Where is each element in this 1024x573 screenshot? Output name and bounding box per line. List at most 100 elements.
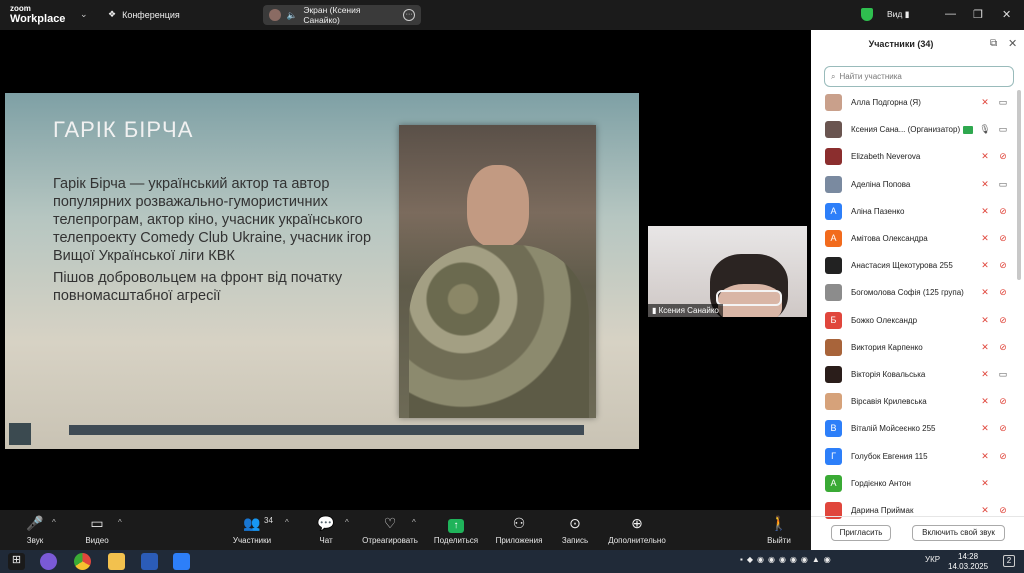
search-input[interactable]: ⌕ Найти участника bbox=[824, 66, 1014, 87]
scrollbar[interactable] bbox=[1017, 90, 1021, 280]
video-button[interactable]: ▭ Видео bbox=[80, 514, 114, 545]
mic-muted-icon[interactable]: ✕ bbox=[978, 342, 992, 353]
mic-muted-icon[interactable]: ✕ bbox=[978, 206, 992, 217]
video-options-caret[interactable]: ^ bbox=[118, 518, 122, 527]
audio-options-caret[interactable]: ^ bbox=[52, 518, 56, 527]
mic-muted-icon[interactable]: ✕ bbox=[978, 97, 992, 108]
invite-button[interactable]: Пригласить bbox=[831, 525, 891, 541]
mic-muted-icon[interactable]: ✕ bbox=[978, 287, 992, 298]
camera-off-icon[interactable]: ⊘ bbox=[996, 233, 1010, 244]
mic-muted-icon[interactable]: ✕ bbox=[978, 151, 992, 162]
apps-button[interactable]: ⚇ Приложения bbox=[492, 514, 546, 545]
audio-button[interactable]: 🎤 Звук bbox=[20, 514, 50, 545]
shield-icon[interactable] bbox=[861, 8, 873, 21]
mic-muted-icon[interactable]: ✕ bbox=[978, 423, 992, 434]
camera-icon[interactable]: ▭ bbox=[996, 124, 1010, 135]
view-button[interactable]: Вид ▮ bbox=[887, 9, 909, 20]
mic-muted-icon[interactable]: ✕ bbox=[978, 369, 992, 380]
chat-options-caret[interactable]: ^ bbox=[345, 518, 349, 527]
mic-muted-icon[interactable]: ✕ bbox=[978, 396, 992, 407]
camera-icon[interactable]: ▭ bbox=[996, 179, 1010, 190]
participant-row[interactable]: Вірсавія Крилевська ✕ ⊘ bbox=[811, 388, 1016, 415]
restore-icon[interactable]: ❐ bbox=[973, 8, 983, 21]
participant-row[interactable]: Анастасия Щекотурова 255 ✕ ⊘ bbox=[811, 252, 1016, 279]
conference-button[interactable]: ❖ Конференция bbox=[108, 9, 180, 20]
search-placeholder: Найти участника bbox=[839, 72, 902, 81]
unmute-button[interactable]: Включить свой звук bbox=[912, 525, 1005, 541]
camera-off-icon[interactable]: ⊘ bbox=[996, 206, 1010, 217]
participant-row[interactable]: Г Голубок Евгения 115 ✕ ⊘ bbox=[811, 442, 1016, 469]
participant-name: Богомолова Софія (125 група) bbox=[851, 288, 978, 297]
participant-row[interactable]: А Гордієнко Антон ✕ bbox=[811, 470, 1016, 497]
mic-muted-icon[interactable]: ✕ bbox=[978, 260, 992, 271]
leave-button[interactable]: 🚶 Выйти bbox=[764, 514, 794, 545]
mic-muted-icon[interactable]: ✕ bbox=[978, 478, 992, 489]
camera-icon[interactable]: ▭ bbox=[996, 97, 1010, 108]
minimize-icon[interactable]: — bbox=[945, 8, 956, 20]
popout-icon[interactable]: ⧉ bbox=[990, 38, 997, 49]
zoom-taskbar-icon[interactable] bbox=[173, 553, 190, 570]
camera-icon[interactable]: ▭ bbox=[996, 369, 1010, 380]
taskbar-clock[interactable]: 14:28 14.03.2025 bbox=[948, 552, 988, 572]
record-button[interactable]: ⊙ Запись bbox=[560, 514, 590, 545]
chat-button[interactable]: 💬 Чат bbox=[312, 514, 340, 545]
mic-icon[interactable]: 🎙 bbox=[978, 124, 992, 135]
chrome-icon[interactable] bbox=[74, 553, 91, 570]
avatar bbox=[825, 121, 842, 139]
participant-row[interactable]: Аделіна Попова ✕ ▭ bbox=[811, 171, 1016, 198]
participant-row[interactable]: Виктория Карпенко ✕ ⊘ bbox=[811, 334, 1016, 361]
more-icon[interactable]: ··· bbox=[403, 9, 415, 21]
camera-off-icon[interactable]: ⊘ bbox=[996, 315, 1010, 326]
language-indicator[interactable]: УКР bbox=[925, 555, 940, 564]
participant-row[interactable]: Elizabeth Neverova ✕ ⊘ bbox=[811, 143, 1016, 170]
camera-off-icon[interactable]: ⊘ bbox=[996, 151, 1010, 162]
mic-muted-icon[interactable]: ✕ bbox=[978, 451, 992, 462]
participants-options-caret[interactable]: ^ bbox=[285, 518, 289, 527]
participant-row[interactable]: А Амітова Олександра ✕ ⊘ bbox=[811, 225, 1016, 252]
participant-name-text: Вікторія Ковальська bbox=[851, 369, 926, 379]
react-options-caret[interactable]: ^ bbox=[412, 518, 416, 527]
participant-row[interactable]: В Віталій Мойсеєнко 255 ✕ ⊘ bbox=[811, 415, 1016, 442]
avatar: А bbox=[825, 474, 842, 492]
mic-muted-icon[interactable]: ✕ bbox=[978, 233, 992, 244]
more-button[interactable]: ⊕ Дополнительно bbox=[604, 514, 670, 545]
participant-row[interactable]: Б Божко Олександр ✕ ⊘ bbox=[811, 307, 1016, 334]
viber-icon[interactable] bbox=[40, 553, 57, 570]
search-icon: ⌕ bbox=[831, 71, 836, 81]
chat-icon: 💬 bbox=[317, 515, 335, 531]
camera-off-icon[interactable]: ⊘ bbox=[996, 505, 1010, 516]
explorer-icon[interactable] bbox=[108, 553, 125, 570]
screen-share-indicator[interactable]: 🔈 Экран (Ксения Санайко) ··· bbox=[263, 5, 421, 25]
mic-muted-icon[interactable]: ✕ bbox=[978, 505, 992, 516]
mic-muted-icon[interactable]: ✕ bbox=[978, 179, 992, 190]
close-icon[interactable]: ✕ bbox=[1002, 8, 1011, 21]
share-button[interactable]: ↑ Поделиться bbox=[432, 514, 480, 545]
camera-off-icon[interactable]: ⊘ bbox=[996, 287, 1010, 298]
participant-name: Алла Подгорна (Я) bbox=[851, 98, 978, 107]
camera-off-icon[interactable]: ⊘ bbox=[996, 342, 1010, 353]
notifications-icon[interactable]: 2 bbox=[1003, 555, 1015, 567]
video-tile[interactable]: ▮ Ксения Санайко bbox=[648, 226, 807, 317]
participant-name: Вірсавія Крилевська bbox=[851, 397, 978, 406]
camera-off-icon[interactable]: ⊘ bbox=[996, 423, 1010, 434]
participant-row[interactable]: А Аліна Пазенко ✕ ⊘ bbox=[811, 198, 1016, 225]
tray-icons[interactable]: ▪◆◉◉◉◉◉▲◉ bbox=[740, 555, 910, 564]
participant-row[interactable]: Богомолова Софія (125 група) ✕ ⊘ bbox=[811, 279, 1016, 306]
mic-muted-icon[interactable]: ✕ bbox=[978, 315, 992, 326]
participant-name: Амітова Олександра bbox=[851, 234, 978, 243]
react-button[interactable]: ♡ Отреагировать bbox=[360, 514, 420, 545]
close-icon[interactable]: ✕ bbox=[1008, 37, 1017, 50]
camera-off-icon[interactable]: ⊘ bbox=[996, 451, 1010, 462]
video-tile-name: ▮ Ксения Санайко bbox=[648, 304, 723, 317]
word-icon[interactable] bbox=[141, 553, 158, 570]
participant-row[interactable]: Вікторія Ковальська ✕ ▭ bbox=[811, 361, 1016, 388]
participant-row[interactable]: Алла Подгорна (Я) ✕ ▭ bbox=[811, 89, 1016, 116]
windows-start-icon[interactable]: ⊞ bbox=[8, 553, 25, 570]
slide-decor bbox=[9, 423, 31, 445]
camera-off-icon[interactable]: ⊘ bbox=[996, 396, 1010, 407]
paw-icon: ❖ bbox=[108, 9, 117, 19]
participant-row[interactable]: Ксения Сана... (Организатор) 🎙 ▭ bbox=[811, 116, 1016, 143]
slide-paragraph-2: Пішов добровольцем на фронт від початку … bbox=[53, 270, 343, 304]
camera-off-icon[interactable]: ⊘ bbox=[996, 260, 1010, 271]
chevron-down-icon[interactable]: ⌄ bbox=[80, 9, 88, 20]
